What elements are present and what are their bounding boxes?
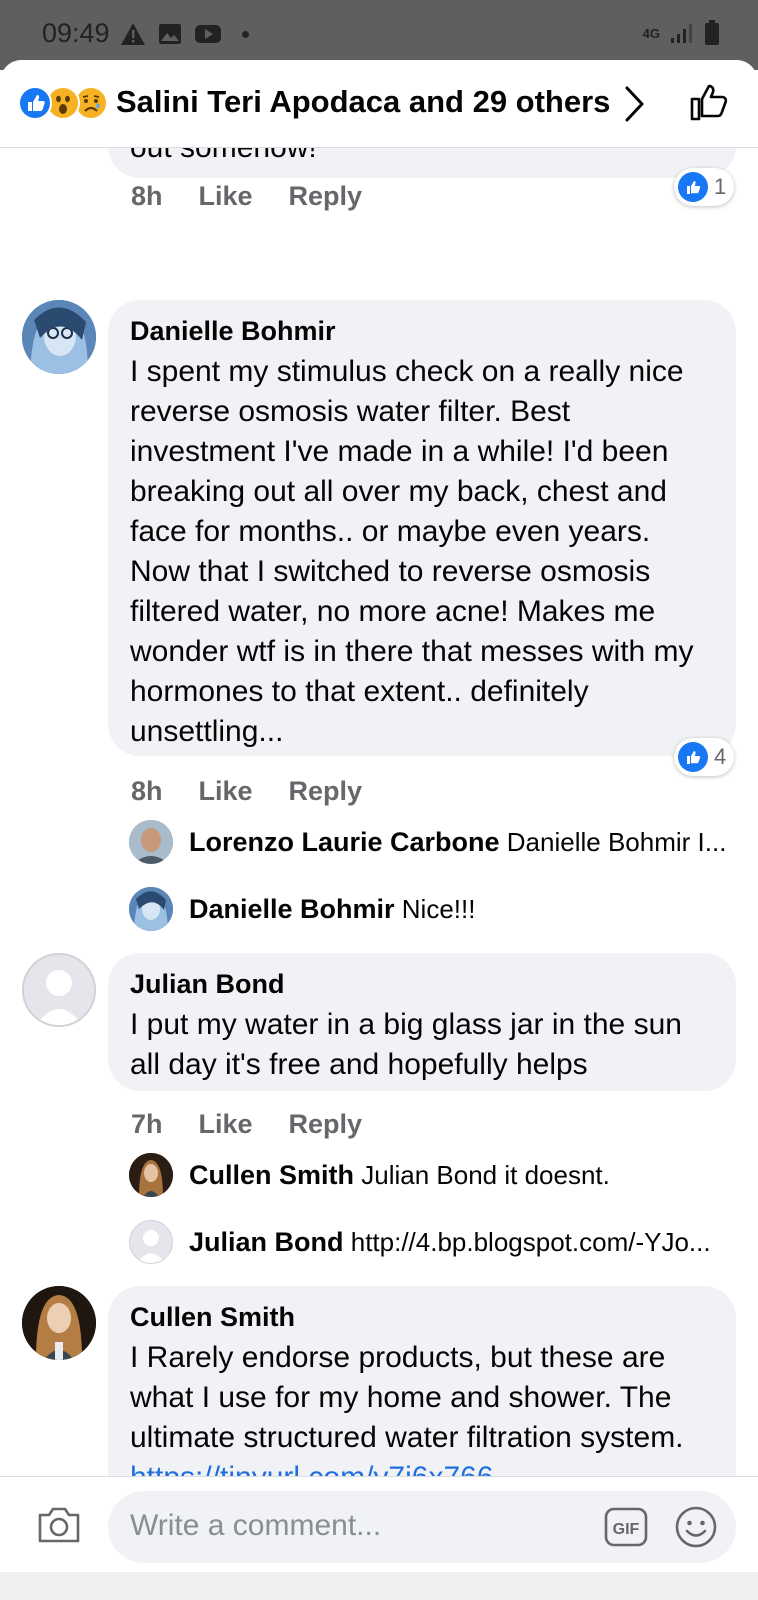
chevron-right-icon[interactable] (622, 84, 648, 124)
comment-author[interactable]: Julian Bond (130, 967, 714, 1001)
avatar[interactable] (22, 1286, 96, 1360)
gallery-icon (159, 24, 181, 44)
reply-button[interactable]: Reply (289, 181, 363, 212)
notification-icons (120, 22, 249, 46)
comment-text: I put my water in a big glass jar in the… (130, 1008, 682, 1081)
system-navigation-bar (0, 1572, 758, 1600)
youtube-icon (195, 25, 221, 43)
reply-text: Julian Bond it doesnt. (361, 1160, 610, 1190)
network-type: 4G (642, 25, 660, 41)
gif-label: GIF (613, 1521, 640, 1538)
avatar[interactable] (22, 300, 96, 374)
comment-text: I Rarely endorse products, but these are… (130, 1338, 714, 1476)
like-button[interactable]: Like (199, 181, 253, 212)
reply-item[interactable]: Lorenzo Laurie Carbone Danielle Bohmir I… (189, 825, 726, 859)
reaction-count: 4 (714, 744, 727, 769)
signal-icon (671, 24, 692, 43)
comment-input-placeholder: Write a comment... (130, 1509, 382, 1542)
reply-author: Julian Bond (189, 1227, 344, 1257)
reply-item[interactable]: Julian Bond http://4.bp.blogspot.com/-YJ… (189, 1225, 711, 1259)
gif-icon[interactable]: GIF (604, 1505, 648, 1549)
comment-author[interactable]: Cullen Smith (130, 1300, 714, 1334)
comment-text: I spent my stimulus check on a really ni… (130, 355, 694, 748)
emoji-icon[interactable] (674, 1505, 718, 1549)
reply-avatar[interactable] (129, 887, 173, 931)
dot-icon (242, 30, 249, 38)
comment-input[interactable]: Write a comment... GIF (108, 1491, 736, 1563)
comment-time[interactable]: 8h (131, 181, 163, 212)
status-time: 09:49 (42, 18, 110, 48)
comment-composer: Write a comment... GIF (0, 1476, 758, 1572)
like-button[interactable]: Like (199, 1109, 253, 1140)
avatar[interactable] (22, 953, 96, 1027)
comment-time[interactable]: 7h (131, 1109, 163, 1140)
reply-text: http://4.bp.blogspot.com/-YJo... (350, 1227, 711, 1257)
comment-reaction-badge[interactable]: 4 (674, 738, 735, 776)
back-icon[interactable] (556, 1594, 604, 1600)
comment-actions: 8h Like Reply (131, 776, 362, 807)
like-button[interactable]: Like (199, 776, 253, 807)
comment-time[interactable]: 8h (131, 776, 163, 807)
reply-item[interactable]: Cullen Smith Julian Bond it doesnt. (189, 1158, 610, 1192)
comment-reaction-badge[interactable]: 1 (674, 168, 735, 206)
reply-author: Lorenzo Laurie Carbone (189, 827, 500, 857)
camera-icon[interactable] (36, 1505, 82, 1545)
comment-bubble[interactable]: out somehow! (108, 148, 736, 178)
comments-sheet: Salini Teri Apodaca and 29 others out so… (0, 60, 758, 1600)
comment-author[interactable]: Danielle Bohmir (130, 314, 714, 348)
warning-icon (121, 23, 145, 45)
reactions-header[interactable]: Salini Teri Apodaca and 29 others (0, 60, 758, 148)
reply-button[interactable]: Reply (289, 1109, 363, 1140)
comment-list: out somehow! 8h Like Reply 1 Danielle Bo… (0, 148, 758, 1476)
recents-icon[interactable] (161, 1594, 209, 1600)
reply-button[interactable]: Reply (289, 776, 363, 807)
reply-avatar[interactable] (129, 1220, 173, 1264)
reaction-summary[interactable] (18, 86, 114, 120)
comment-body: I Rarely endorse products, but these are… (130, 1341, 684, 1454)
reply-avatar[interactable] (129, 1153, 173, 1197)
reply-text: Danielle Bohmir I... (506, 827, 727, 857)
comment-actions: 7h Like Reply (131, 1109, 362, 1140)
comment-actions: 8h Like Reply (131, 181, 362, 212)
reply-avatar[interactable] (129, 820, 173, 864)
comment-text: out somehow! (130, 148, 714, 168)
thumbs-up-icon[interactable] (688, 80, 732, 124)
system-icons: 4G (643, 20, 720, 46)
like-reaction-icon (678, 172, 708, 202)
reaction-summary-title[interactable]: Salini Teri Apodaca and 29 others (116, 84, 610, 120)
home-icon[interactable] (356, 1594, 404, 1600)
reply-item[interactable]: Danielle Bohmir Nice!!! (189, 892, 475, 926)
comment-link[interactable]: https://tinyurl.com/y7j6x766 (130, 1461, 494, 1476)
reply-author: Cullen Smith (189, 1160, 355, 1190)
like-reaction-icon (18, 86, 52, 120)
comment-bubble[interactable]: Danielle Bohmir I spent my stimulus chec… (108, 300, 736, 756)
reaction-count: 1 (714, 174, 727, 199)
comment-bubble[interactable]: Julian Bond I put my water in a big glas… (108, 953, 736, 1091)
reply-text: Nice!!! (401, 894, 476, 924)
comment-bubble[interactable]: Cullen Smith I Rarely endorse products, … (108, 1286, 736, 1476)
like-reaction-icon (678, 742, 708, 772)
battery-icon (705, 20, 719, 45)
reply-author: Danielle Bohmir (189, 894, 395, 924)
